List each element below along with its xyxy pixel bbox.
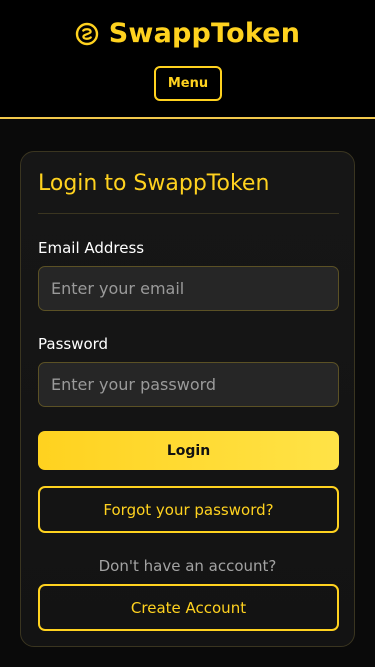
signup-prompt: Don't have an account? — [98, 557, 277, 575]
swap-coin-icon — [75, 22, 98, 46]
site-header: SwappToken Menu — [0, 0, 375, 119]
login-title: Login to SwappToken — [38, 171, 270, 196]
title-divider — [38, 213, 339, 214]
brand-logo[interactable]: SwappToken — [0, 16, 375, 52]
create-account-button[interactable]: Create Account — [38, 584, 339, 631]
menu-button[interactable]: Menu — [154, 66, 222, 101]
forgot-password-button[interactable]: Forgot your password? — [38, 486, 339, 533]
login-card: Login to SwappToken Email Address Passwo… — [20, 151, 355, 647]
brand-name: SwappToken — [108, 18, 301, 49]
email-field[interactable] — [38, 266, 339, 311]
password-label: Password — [38, 335, 109, 353]
login-button[interactable]: Login — [38, 431, 339, 470]
password-field[interactable] — [38, 362, 339, 407]
email-label: Email Address — [38, 239, 145, 257]
